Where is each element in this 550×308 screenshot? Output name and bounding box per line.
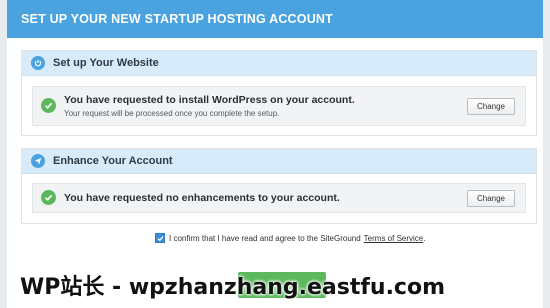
enhance-section-title: Enhance Your Account	[53, 155, 173, 167]
wordpress-request-row: You have requested to install WordPress …	[32, 86, 526, 126]
check-icon	[41, 190, 56, 205]
page-title: SET UP YOUR NEW STARTUP HOSTING ACCOUNT	[21, 12, 333, 26]
enhancements-row: You have requested no enhancements to yo…	[32, 183, 526, 213]
site-watermark: WP站长 - wpzhanzhang.eastfu.com	[20, 275, 446, 300]
terms-of-service-link[interactable]: Terms of Service	[364, 234, 424, 243]
confirm-text-end: .	[423, 233, 426, 243]
enhance-section-header: Enhance Your Account	[22, 149, 536, 174]
modal-header: SET UP YOUR NEW STARTUP HOSTING ACCOUNT	[7, 0, 543, 38]
wordpress-request-text: You have requested to install WordPress …	[64, 94, 355, 106]
change-enhancements-button[interactable]: Change	[467, 190, 515, 207]
change-website-button[interactable]: Change	[467, 98, 515, 115]
check-icon	[41, 98, 56, 113]
paper-plane-icon	[31, 154, 45, 168]
enhance-section: Enhance Your Account You have requested …	[21, 148, 537, 224]
website-section-title: Set up Your Website	[53, 57, 159, 69]
terms-confirmation: I confirm that I have read and agree to …	[155, 233, 425, 243]
terms-checkbox[interactable]	[155, 233, 165, 243]
wordpress-request-subtext: Your request will be processed once you …	[64, 109, 280, 118]
confirm-text: I confirm that I have read and agree to …	[169, 233, 361, 243]
power-icon	[31, 56, 45, 70]
enhancements-text: You have requested no enhancements to yo…	[64, 192, 340, 204]
website-section: Set up Your Website You have requested t…	[21, 50, 537, 136]
website-section-header: Set up Your Website	[22, 51, 536, 76]
